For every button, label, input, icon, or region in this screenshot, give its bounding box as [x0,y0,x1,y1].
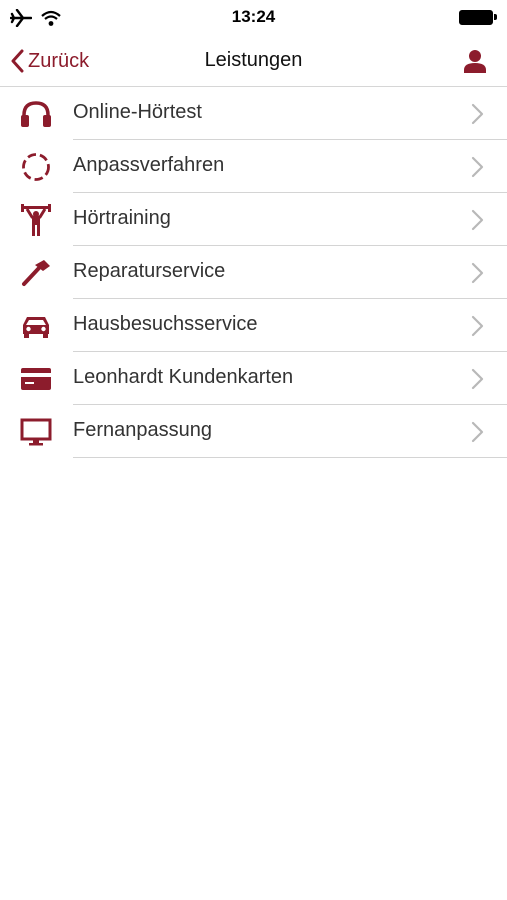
battery-icon [459,10,497,25]
list-item-online-hoertest[interactable]: Online-Hörtest [0,87,507,140]
monitor-icon [20,417,52,447]
list-item-label: Reparaturservice [73,260,226,282]
list-item-label: Fernanpassung [73,419,212,441]
user-icon [464,50,486,73]
list-item-label: Anpassverfahren [73,154,225,176]
chevron-right-icon [471,156,485,183]
status-time: 13:24 [231,7,276,26]
chevron-right-icon [471,262,485,289]
chevron-right-icon [471,315,485,342]
list-item-label: Hörtraining [73,207,171,229]
list-item-hoertraining[interactable]: Hörtraining [0,193,507,246]
list-item-hausbesuchsservice[interactable]: Hausbesuchsservice [0,299,507,352]
chevron-right-icon [471,103,485,130]
list-item-anpassverfahren[interactable]: Anpassverfahren [0,140,507,193]
chevron-right-icon [471,368,485,395]
navigation-bar: Zurück Leistungen [0,36,507,87]
profile-button[interactable] [463,49,487,78]
car-icon [20,311,52,341]
status-bar: 13:24 [0,0,507,36]
hammer-icon [20,258,52,288]
dashed-circle-icon [20,152,52,182]
list-item-leonhardt-kundenkarten[interactable]: Leonhardt Kundenkarten [0,352,507,405]
list-item-label: Hausbesuchsservice [73,313,258,335]
services-list: Online-Hörtest Anpassverfahren Hörtraini… [0,87,507,458]
credit-card-icon [20,364,52,394]
weightlifter-icon [20,204,52,236]
chevron-right-icon [471,421,485,448]
chevron-right-icon [471,209,485,236]
headphones-icon [20,99,52,129]
list-item-fernanpassung[interactable]: Fernanpassung [0,405,507,458]
list-item-reparaturservice[interactable]: Reparaturservice [0,246,507,299]
list-item-label: Online-Hörtest [73,101,202,123]
divider [73,457,507,458]
page-title: Leistungen [204,49,303,71]
list-item-label: Leonhardt Kundenkarten [73,366,294,388]
